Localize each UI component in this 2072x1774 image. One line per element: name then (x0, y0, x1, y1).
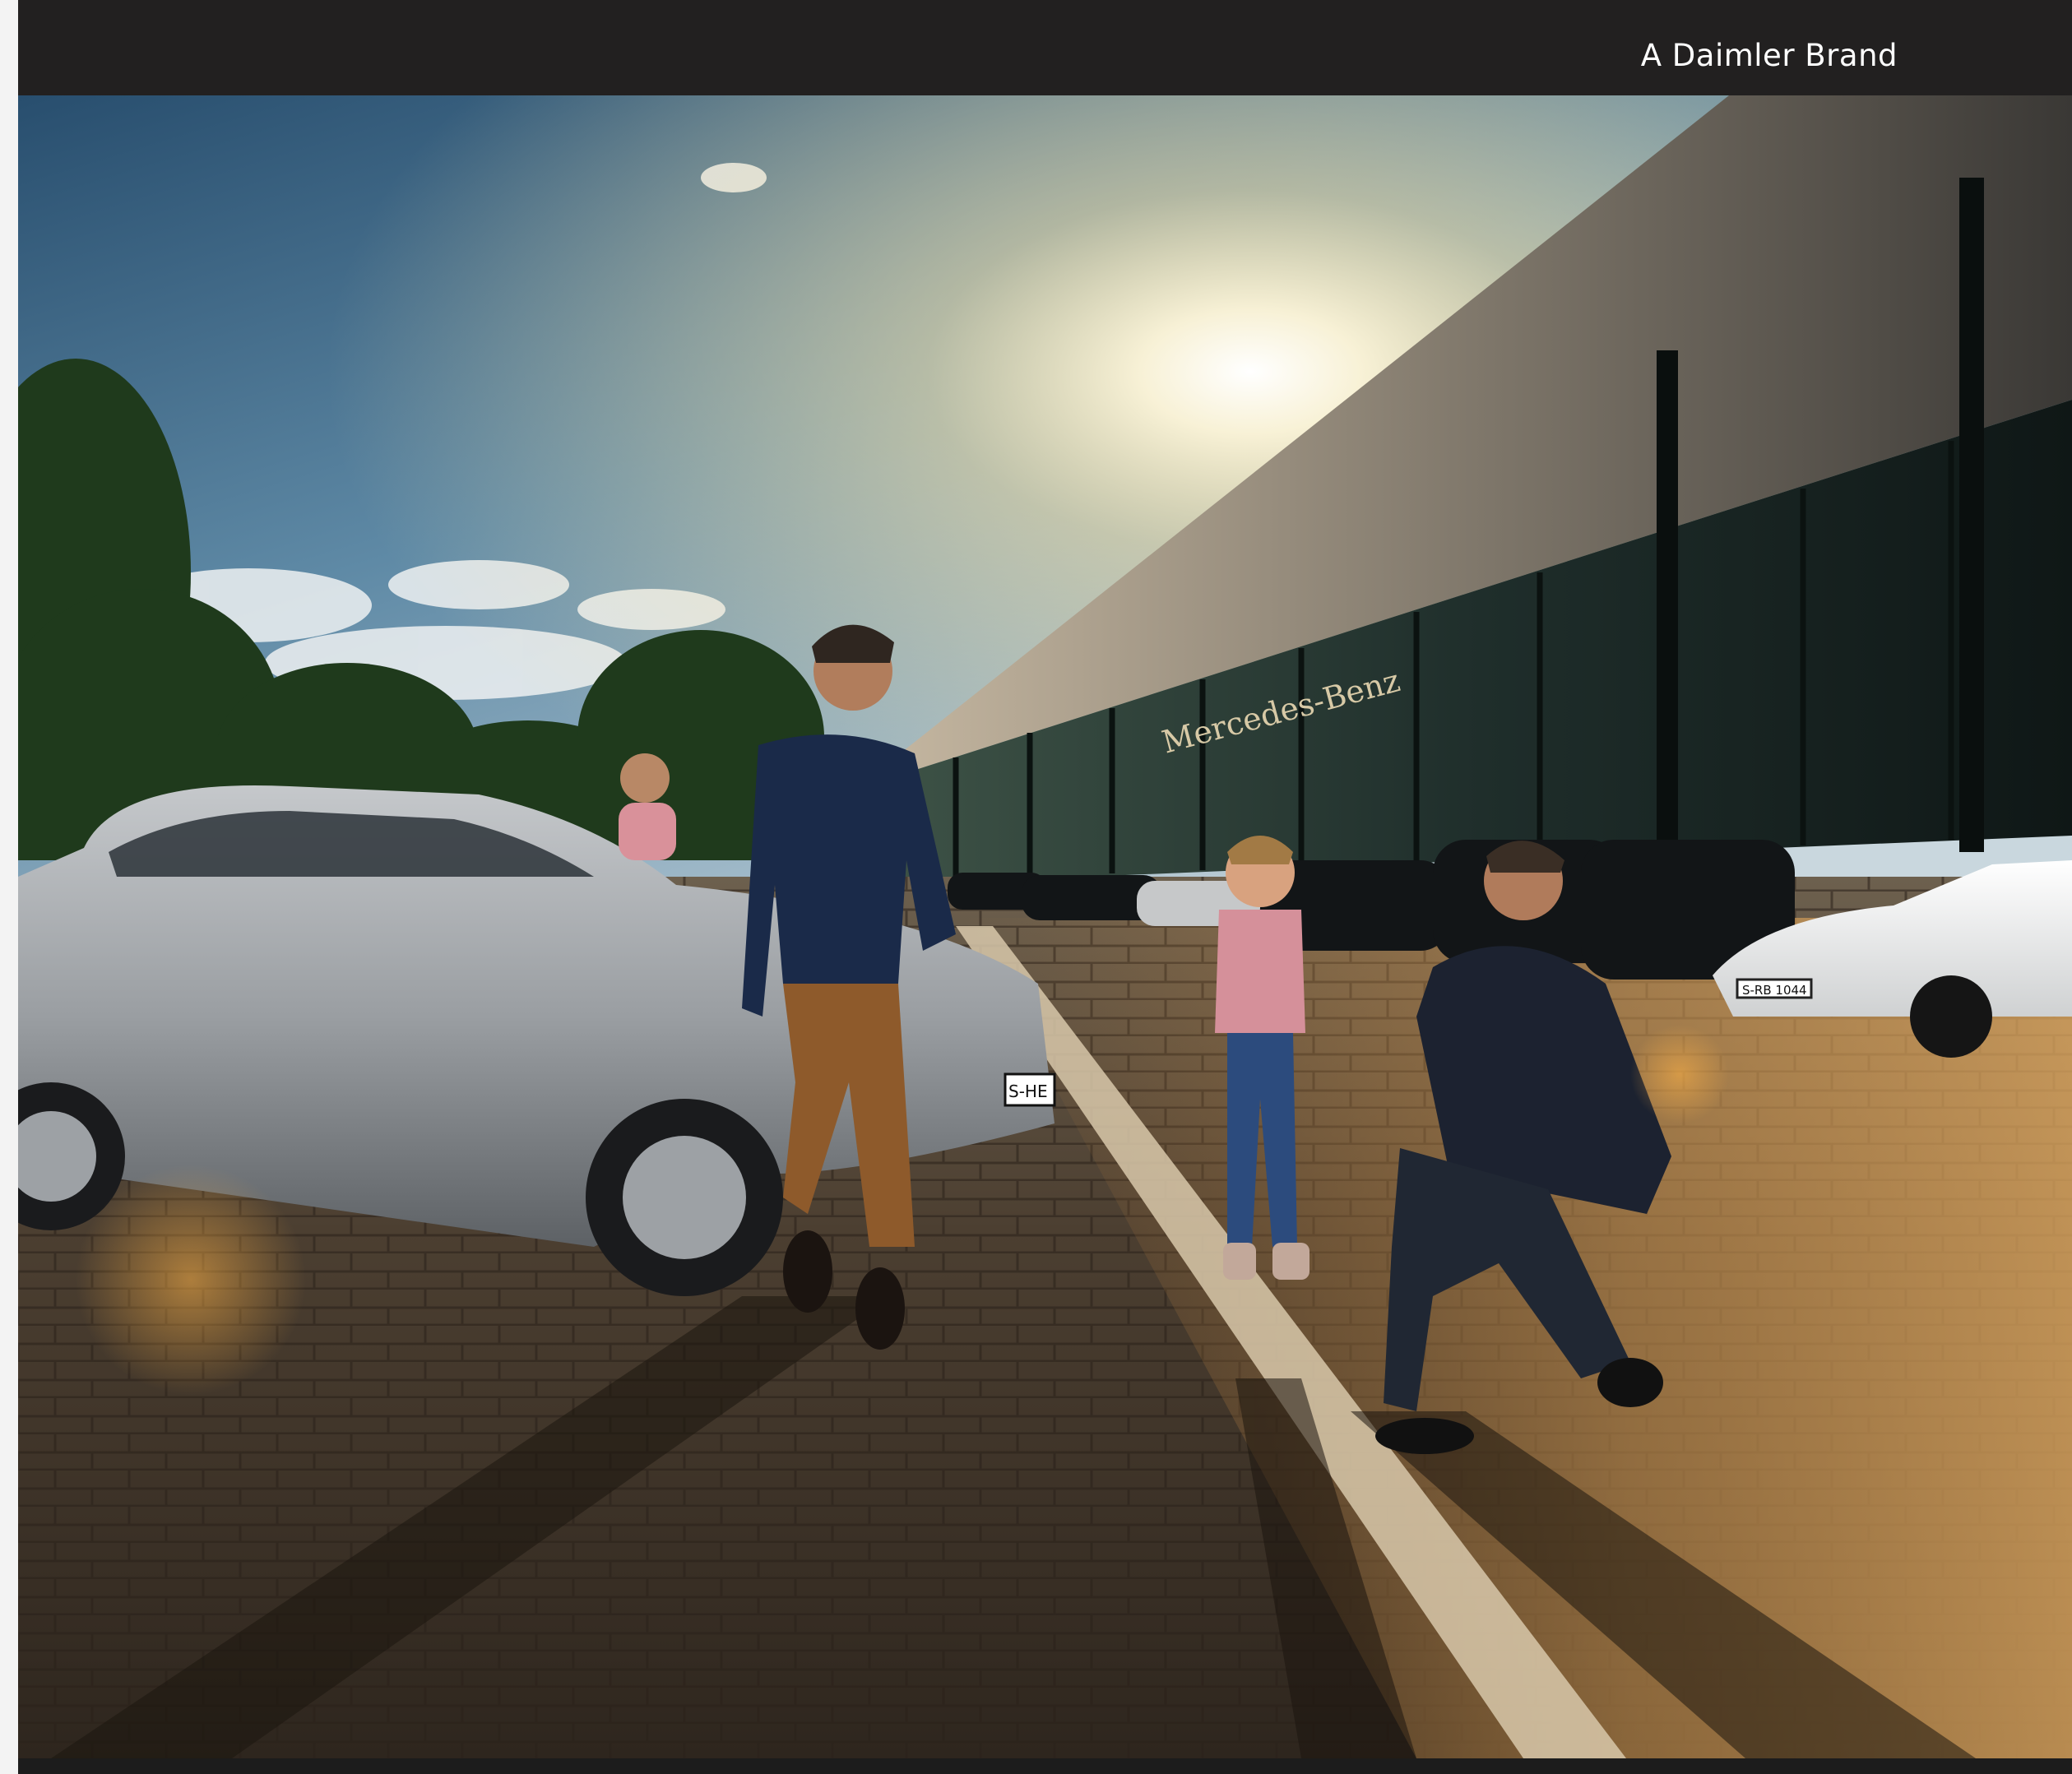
woman-figure (619, 753, 676, 860)
brand-label: A Daimler Brand (1640, 38, 1898, 73)
bottom-border (18, 1758, 2072, 1774)
hero-photo: Mercedes-Benz S-RB 1044 S-HE (18, 95, 2072, 1758)
header-bar: A Daimler Brand (18, 0, 2072, 95)
page-frame: A Daimler Brand Mercedes-Benz S-RB 1044 … (18, 0, 2072, 1774)
lens-flare (76, 1165, 306, 1395)
plate-text: S-HE (1008, 1082, 1048, 1101)
plate-text: S-RB 1044 (1742, 983, 1807, 998)
lens-flare (1630, 1025, 1729, 1123)
